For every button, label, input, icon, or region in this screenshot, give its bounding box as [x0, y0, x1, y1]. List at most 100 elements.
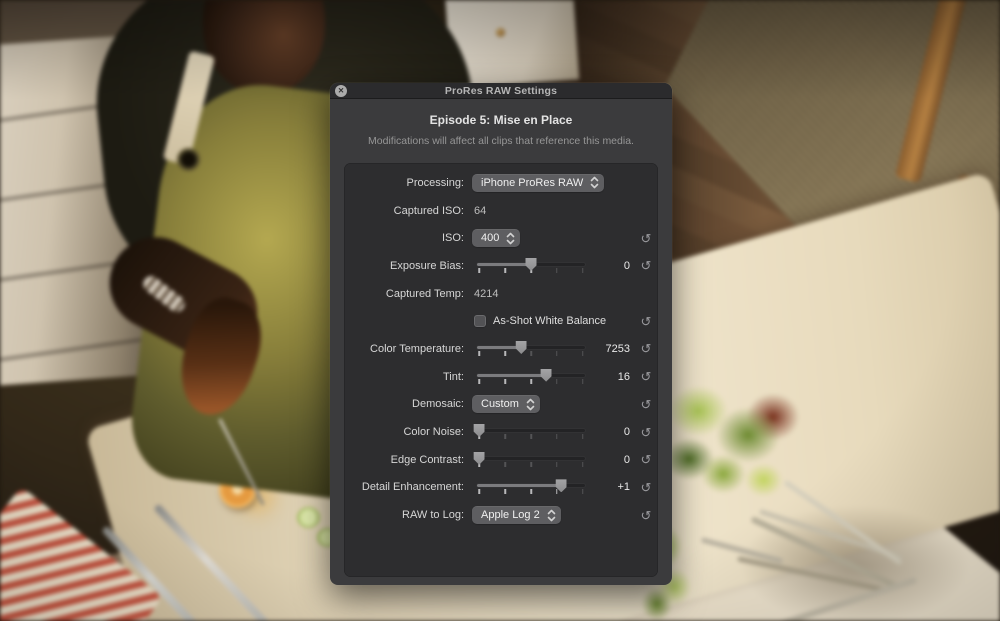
reset-icon[interactable]: ↺: [638, 342, 654, 355]
slider-ticks: [477, 341, 585, 357]
modification-note: Modifications will affect all clips that…: [330, 135, 672, 147]
close-icon: ✕: [338, 87, 344, 95]
reset-icon[interactable]: ↺: [638, 453, 654, 466]
slider-ticks: [477, 479, 585, 495]
slider-tick: [556, 434, 558, 439]
slider-tick: [556, 379, 558, 384]
settings-panel: Processing: iPhone ProRes RAW Captured I…: [344, 163, 658, 577]
row-edge-contrast: Edge Contrast: 0 ↺: [344, 446, 658, 474]
captured-iso-label: Captured ISO:: [344, 205, 472, 217]
slider-tick: [556, 268, 558, 273]
exposure-bias-slider[interactable]: [477, 258, 585, 274]
prores-raw-settings-dialog: ✕ ProRes RAW Settings Episode 5: Mise en…: [330, 83, 672, 585]
clip-title: Episode 5: Mise en Place: [330, 113, 672, 127]
iso-dropdown[interactable]: 400: [472, 229, 520, 247]
slider-tick: [582, 268, 584, 273]
slider-tick: [556, 462, 558, 467]
slider-tick: [530, 351, 532, 356]
exposure-bias-label: Exposure Bias:: [344, 260, 472, 272]
stepper-icon: [547, 509, 556, 522]
row-as-shot-white-balance: As-Shot White Balance ↺: [344, 307, 658, 335]
captured-temp-label: Captured Temp:: [344, 288, 472, 300]
slider-tick: [582, 434, 584, 439]
row-iso: ISO: 400 ↺: [344, 224, 658, 252]
color-noise-label: Color Noise:: [344, 426, 472, 438]
demosaic-dropdown[interactable]: Custom: [472, 395, 540, 413]
demosaic-value: Custom: [481, 398, 519, 410]
slider-tick: [504, 379, 506, 384]
processing-value: iPhone ProRes RAW: [481, 177, 583, 189]
row-raw-to-log: RAW to Log: Apple Log 2 ↺: [344, 501, 658, 529]
raw-to-log-dropdown[interactable]: Apple Log 2: [472, 506, 561, 524]
reset-icon[interactable]: ↺: [638, 370, 654, 383]
demosaic-label: Demosaic:: [344, 398, 472, 410]
slider-tick: [582, 489, 584, 494]
processing-dropdown[interactable]: iPhone ProRes RAW: [472, 174, 604, 192]
reset-icon[interactable]: ↺: [638, 509, 654, 522]
slider-tick: [582, 379, 584, 384]
row-color-noise: Color Noise: 0 ↺: [344, 418, 658, 446]
captured-temp-value: 4214: [472, 288, 498, 300]
row-captured-iso: Captured ISO: 64: [344, 197, 658, 225]
reset-icon[interactable]: ↺: [638, 232, 654, 245]
detail-enhancement-label: Detail Enhancement:: [344, 481, 472, 493]
color-temperature-value: 7253: [586, 343, 630, 355]
color-noise-slider[interactable]: [477, 424, 585, 440]
tint-slider[interactable]: [477, 369, 585, 385]
raw-to-log-value: Apple Log 2: [481, 509, 540, 521]
stepper-icon: [590, 176, 599, 189]
slider-tick: [478, 268, 480, 273]
color-temperature-slider[interactable]: [477, 341, 585, 357]
slider-tick: [504, 489, 506, 494]
slider-tick: [530, 462, 532, 467]
reset-icon[interactable]: ↺: [638, 426, 654, 439]
slider-tick: [556, 351, 558, 356]
tint-label: Tint:: [344, 371, 472, 383]
edge-contrast-value: 0: [586, 454, 630, 466]
slider-tick: [504, 351, 506, 356]
row-color-temperature: Color Temperature: 7253 ↺: [344, 335, 658, 363]
slider-tick: [530, 379, 532, 384]
detail-enhancement-slider[interactable]: [477, 479, 585, 495]
tint-value: 16: [586, 371, 630, 383]
window-title: ProRes RAW Settings: [445, 85, 557, 97]
reset-icon[interactable]: ↺: [638, 481, 654, 494]
iso-value: 400: [481, 232, 499, 244]
slider-tick: [582, 462, 584, 467]
slider-tick: [530, 489, 532, 494]
slider-tick: [504, 268, 506, 273]
row-captured-temp: Captured Temp: 4214: [344, 280, 658, 308]
detail-enhancement-value: +1: [586, 481, 630, 493]
row-exposure-bias: Exposure Bias: 0 ↺: [344, 252, 658, 280]
stepper-icon: [526, 398, 535, 411]
titlebar[interactable]: ✕ ProRes RAW Settings: [330, 83, 672, 99]
slider-tick: [556, 489, 558, 494]
row-tint: Tint: 16 ↺: [344, 363, 658, 391]
close-button[interactable]: ✕: [335, 85, 347, 97]
slider-tick: [478, 379, 480, 384]
slider-ticks: [477, 369, 585, 385]
as-shot-white-balance-label: As-Shot White Balance: [493, 315, 606, 327]
color-noise-value: 0: [586, 426, 630, 438]
row-processing: Processing: iPhone ProRes RAW: [344, 169, 658, 197]
slider-tick: [478, 351, 480, 356]
slider-tick: [504, 434, 506, 439]
slider-tick: [582, 351, 584, 356]
stepper-icon: [506, 232, 515, 245]
slider-tick: [478, 489, 480, 494]
reset-icon[interactable]: ↺: [638, 315, 654, 328]
slider-ticks: [477, 424, 585, 440]
color-temperature-label: Color Temperature:: [344, 343, 472, 355]
raw-to-log-label: RAW to Log:: [344, 509, 472, 521]
iso-label: ISO:: [344, 232, 472, 244]
slider-ticks: [477, 452, 585, 468]
as-shot-white-balance-checkbox[interactable]: [474, 315, 486, 327]
row-demosaic: Demosaic: Custom ↺: [344, 391, 658, 419]
reset-icon[interactable]: ↺: [638, 398, 654, 411]
slider-tick: [530, 434, 532, 439]
reset-icon[interactable]: ↺: [638, 259, 654, 272]
row-detail-enhancement: Detail Enhancement: +1 ↺: [344, 474, 658, 502]
edge-contrast-slider[interactable]: [477, 452, 585, 468]
processing-label: Processing:: [344, 177, 472, 189]
exposure-bias-value: 0: [586, 260, 630, 272]
